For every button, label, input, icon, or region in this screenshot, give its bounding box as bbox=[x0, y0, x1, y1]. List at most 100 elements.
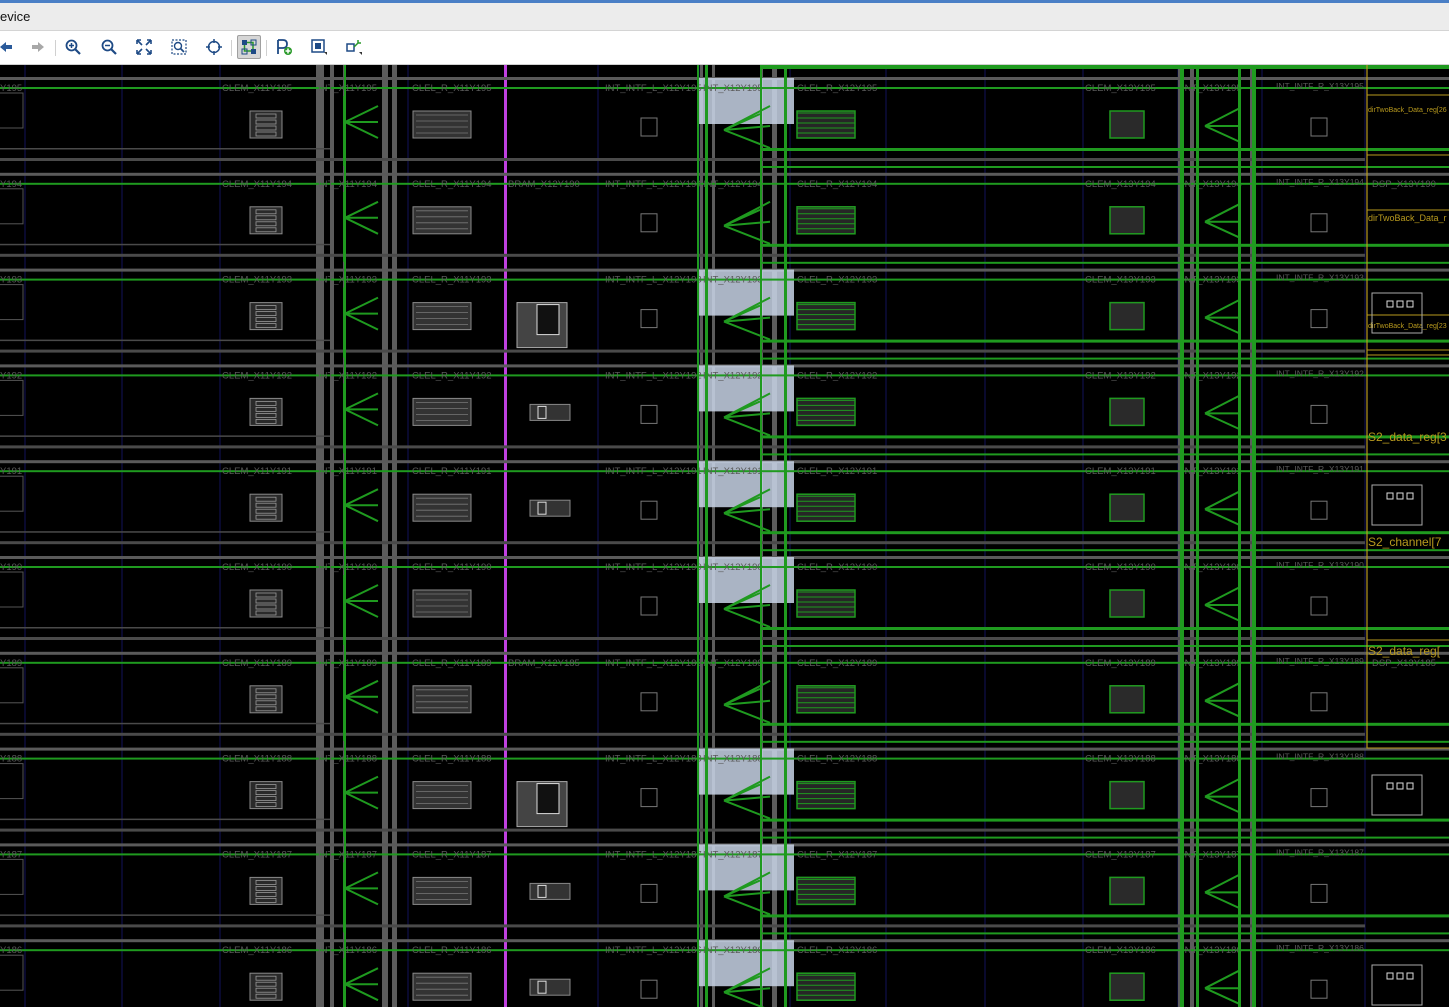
clb-site bbox=[1109, 876, 1145, 905]
tile-label: INT_INTF_R_X13Y195 bbox=[1276, 81, 1364, 91]
zoom-out-button[interactable] bbox=[97, 35, 121, 59]
routed-net bbox=[1204, 873, 1241, 910]
tile-label: INT_INTF_L_X12Y194 bbox=[605, 179, 702, 190]
tile-label: INT_INTF_L_X12Y191 bbox=[605, 466, 702, 477]
routed-net bbox=[760, 627, 1449, 630]
intf-site bbox=[1310, 309, 1328, 329]
add-pblock-button[interactable] bbox=[272, 35, 296, 59]
tile-label: INT_X13Y192 bbox=[1182, 370, 1242, 381]
routed-net bbox=[723, 200, 771, 245]
site-box bbox=[0, 188, 24, 225]
tile-label: DSP_X13Y185 bbox=[1372, 658, 1436, 669]
interconnect-horizontal bbox=[0, 531, 330, 533]
tile-label: INT_X11Y192 bbox=[318, 370, 377, 381]
zoom-selected-button[interactable] bbox=[167, 35, 191, 59]
tile-label: CLEL_R_X11Y188 bbox=[412, 754, 492, 765]
tile-label: CLEL_R_X11Y194 bbox=[412, 179, 492, 190]
clb-site bbox=[249, 781, 283, 810]
auto-fit-selection-button[interactable] bbox=[202, 35, 226, 59]
routed-net bbox=[344, 488, 379, 523]
fixed-cells-button[interactable] bbox=[342, 35, 366, 59]
routed-net bbox=[1204, 202, 1241, 239]
placed-cell-box bbox=[1366, 94, 1449, 156]
tile-label: INT_X11Y187 bbox=[318, 849, 377, 860]
interconnect-horizontal bbox=[0, 243, 330, 246]
routed-net bbox=[1204, 394, 1241, 431]
routing-resources-button[interactable] bbox=[237, 35, 261, 59]
placed-cell-label: dirTwoBack_Data_reg[23 bbox=[1368, 323, 1447, 330]
tile-label: INT_X11Y189 bbox=[318, 658, 377, 669]
intf-site bbox=[1310, 213, 1328, 233]
intf-site bbox=[640, 213, 658, 233]
placed-cell-box bbox=[1366, 314, 1449, 356]
tile-label: INT_INTF_L_X12Y187 bbox=[605, 849, 702, 860]
tile-label: Y189 bbox=[0, 658, 22, 669]
tile-label: Y192 bbox=[0, 370, 22, 381]
tile-label: Y188 bbox=[0, 754, 22, 765]
zoom-in-button[interactable] bbox=[61, 35, 85, 59]
tile-label: INT_INTF_L_X12Y189 bbox=[605, 658, 702, 669]
interconnect-horizontal bbox=[0, 148, 330, 150]
routed-net bbox=[760, 818, 1449, 822]
interconnect-vertical bbox=[392, 65, 397, 1007]
tile-label: INT_X11Y190 bbox=[318, 562, 377, 573]
dsp-site bbox=[1371, 484, 1423, 526]
tile-label: CLEL_R_X11Y193 bbox=[412, 275, 492, 286]
intf-site bbox=[640, 979, 658, 999]
placed-cell-label: S2_data_reg[3 bbox=[1368, 430, 1447, 444]
bram-site bbox=[529, 403, 571, 421]
dsp-element bbox=[1386, 492, 1394, 500]
forward-button[interactable] bbox=[26, 35, 50, 59]
clb-site bbox=[796, 110, 856, 139]
pblock-add-icon bbox=[277, 39, 292, 55]
back-button[interactable] bbox=[0, 35, 18, 59]
clb-site bbox=[796, 589, 856, 618]
clb-site bbox=[796, 493, 856, 522]
interconnect-horizontal bbox=[0, 924, 1365, 928]
routed-net bbox=[760, 65, 1449, 69]
tile-label: CLEL_R_X11Y190 bbox=[412, 562, 492, 573]
routed-net bbox=[1204, 107, 1241, 143]
bram-site bbox=[536, 783, 560, 815]
site-box bbox=[0, 667, 24, 704]
tile-label: INT_INTF_R_X13Y189 bbox=[1276, 656, 1364, 666]
clb-site bbox=[1109, 972, 1145, 1001]
tile-label: CLEM_X11Y186 bbox=[222, 945, 292, 956]
interconnect-vertical bbox=[316, 65, 324, 1007]
routed-net-vertical bbox=[344, 65, 346, 1007]
routed-net bbox=[344, 967, 379, 1002]
tile-label: Y190 bbox=[0, 562, 22, 573]
zoom-fit-button[interactable] bbox=[132, 35, 156, 59]
device-view-canvas[interactable]: Y195 CLEM_X11Y195 INT_X11Y195 CLEL_R_X11Y19… bbox=[0, 65, 1449, 1007]
intf-site bbox=[1310, 979, 1328, 999]
routed-net bbox=[344, 392, 379, 427]
intf-site bbox=[1310, 883, 1328, 903]
toolbar-separator bbox=[55, 40, 56, 56]
bram-site bbox=[529, 499, 571, 517]
draw-pblock-button[interactable] bbox=[307, 35, 331, 59]
tile-label: CLEL_R_X12Y192 bbox=[797, 370, 877, 381]
tile-label: CLEM_X13Y194 bbox=[1085, 179, 1156, 190]
bram-site bbox=[529, 978, 571, 996]
routed-net bbox=[760, 357, 1449, 360]
interconnect-horizontal bbox=[0, 818, 330, 821]
tile-label: CLEM_X11Y187 bbox=[222, 849, 292, 860]
dsp-element bbox=[1406, 782, 1414, 790]
clb-site bbox=[796, 685, 856, 714]
tile-label: CLEM_X11Y194 bbox=[222, 179, 292, 190]
window-title: evice bbox=[0, 9, 31, 24]
site-box bbox=[0, 284, 24, 321]
fpga-device-fabric[interactable]: Y195 CLEM_X11Y195 INT_X11Y195 CLEL_R_X11Y19… bbox=[0, 65, 1449, 1007]
dsp-element bbox=[1396, 492, 1404, 500]
tile-label: INT_X11Y195 bbox=[318, 83, 377, 94]
tile-label: INT_X12Y194 bbox=[703, 179, 763, 190]
clb-site bbox=[796, 397, 856, 426]
clb-site bbox=[249, 876, 283, 905]
dsp-element bbox=[1396, 972, 1404, 980]
tile-label: INT_INTF_R_X13Y194 bbox=[1276, 177, 1364, 187]
tile-label: CLEL_R_X11Y186 bbox=[412, 945, 492, 956]
tile-label: CLEL_R_X12Y193 bbox=[797, 275, 877, 286]
clb-site bbox=[796, 972, 856, 1001]
tile-label: CLEM_X11Y189 bbox=[222, 658, 292, 669]
toolbar-separator bbox=[266, 40, 267, 56]
